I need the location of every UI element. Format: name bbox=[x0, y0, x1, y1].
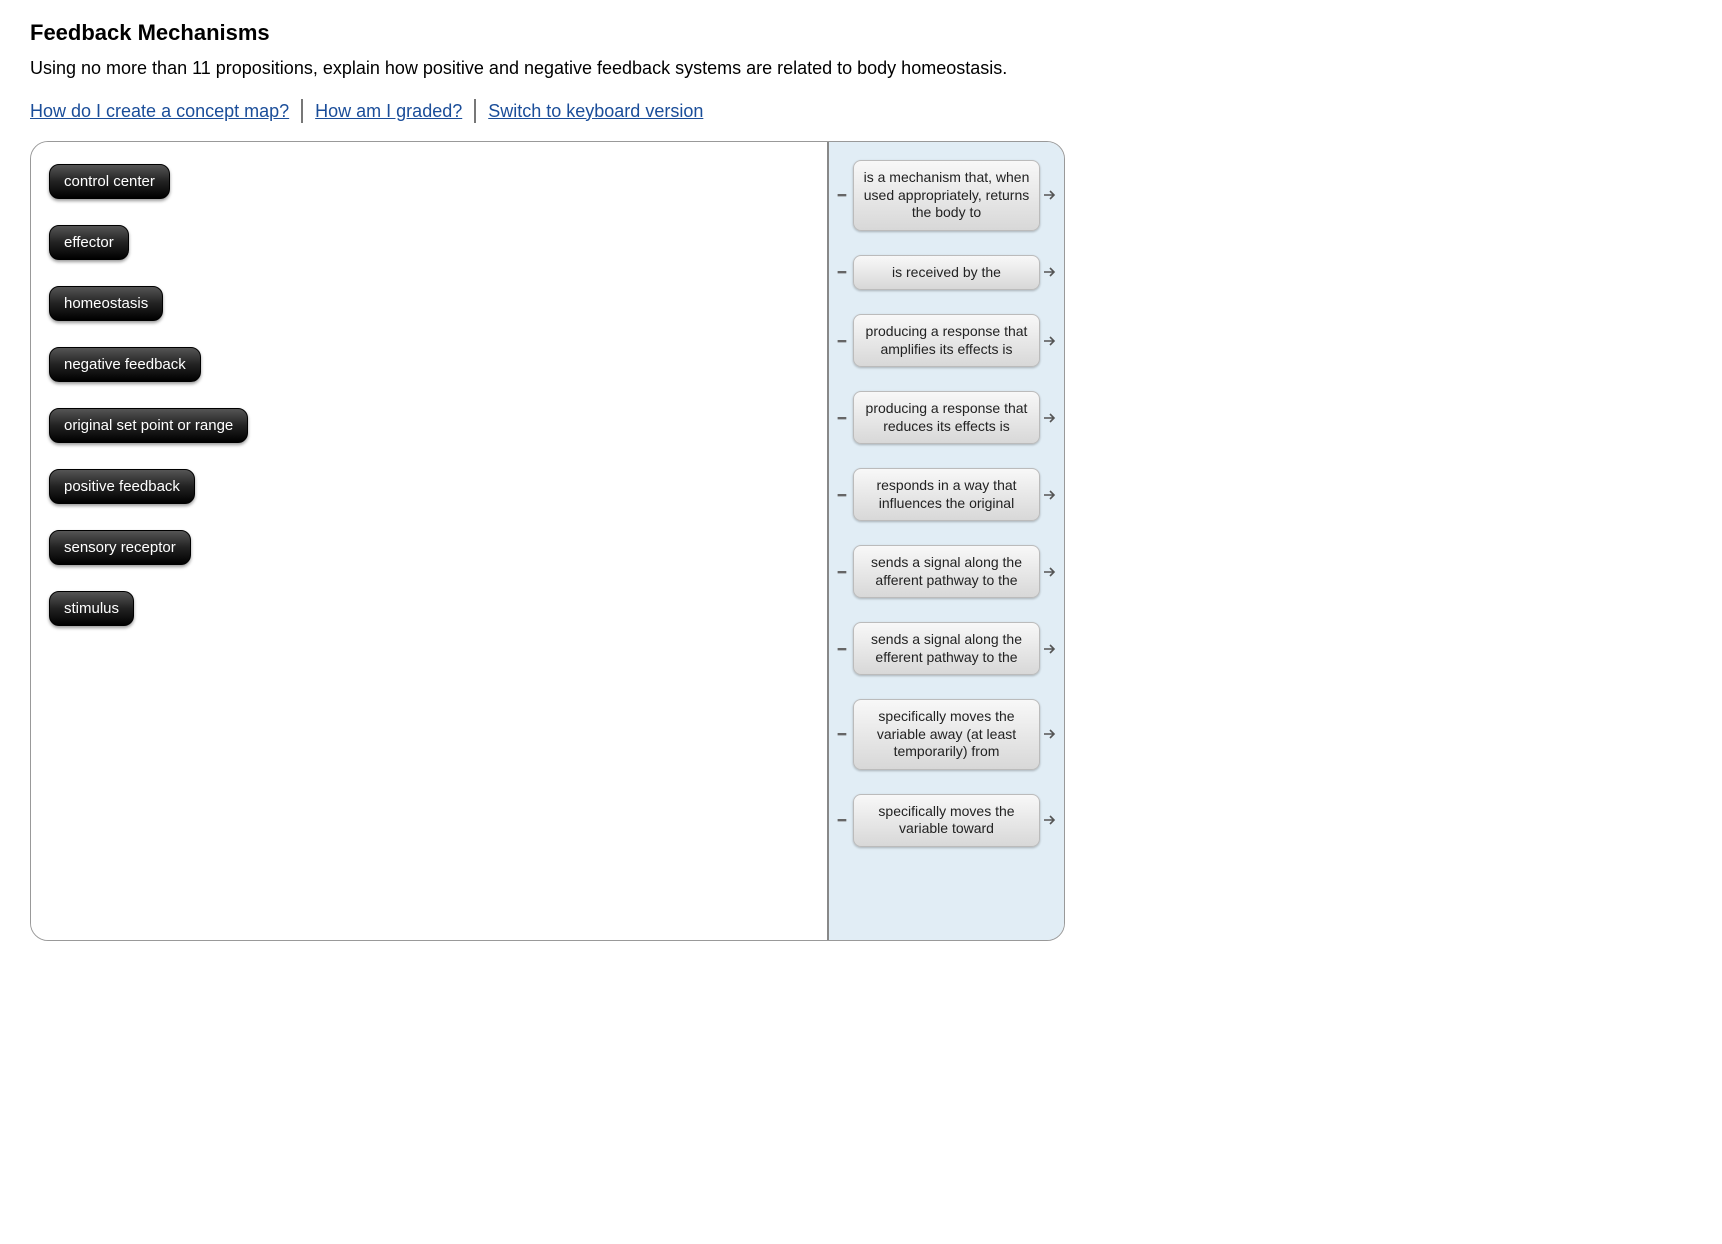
drag-handle-left-icon[interactable]: ━ bbox=[835, 568, 849, 576]
link-phrase-row: ━ producing a response that amplifies it… bbox=[835, 314, 1058, 367]
link-phrase-afferent-pathway[interactable]: sends a signal along the afferent pathwa… bbox=[853, 545, 1040, 598]
drag-handle-left-icon[interactable]: ━ bbox=[835, 816, 849, 824]
concept-effector[interactable]: effector bbox=[49, 225, 129, 260]
link-phrase-row: ━ sends a signal along the afferent path… bbox=[835, 545, 1058, 598]
concept-original-set-point[interactable]: original set point or range bbox=[49, 408, 248, 443]
arrow-right-icon[interactable] bbox=[1044, 414, 1058, 422]
arrow-right-icon[interactable] bbox=[1044, 816, 1058, 824]
concept-sensory-receptor[interactable]: sensory receptor bbox=[49, 530, 191, 565]
link-phrase-row: ━ specifically moves the variable away (… bbox=[835, 699, 1058, 770]
concept-map-workspace: control center effector homeostasis nega… bbox=[30, 141, 1065, 941]
link-phrase-moves-away[interactable]: specifically moves the variable away (at… bbox=[853, 699, 1040, 770]
help-links-row: How do I create a concept map? How am I … bbox=[30, 99, 1692, 123]
drag-handle-left-icon[interactable]: ━ bbox=[835, 268, 849, 276]
drag-handle-left-icon[interactable]: ━ bbox=[835, 730, 849, 738]
arrow-right-icon[interactable] bbox=[1044, 730, 1058, 738]
arrow-right-icon[interactable] bbox=[1044, 568, 1058, 576]
drag-handle-left-icon[interactable]: ━ bbox=[835, 414, 849, 422]
link-phrase-moves-toward[interactable]: specifically moves the variable toward bbox=[853, 794, 1040, 847]
concept-canvas[interactable]: control center effector homeostasis nega… bbox=[31, 142, 827, 940]
arrow-right-icon[interactable] bbox=[1044, 645, 1058, 653]
arrow-right-icon[interactable] bbox=[1044, 491, 1058, 499]
concept-homeostasis[interactable]: homeostasis bbox=[49, 286, 163, 321]
drag-handle-left-icon[interactable]: ━ bbox=[835, 645, 849, 653]
link-how-graded[interactable]: How am I graded? bbox=[315, 101, 462, 122]
link-phrase-row: ━ is a mechanism that, when used appropr… bbox=[835, 160, 1058, 231]
arrow-right-icon[interactable] bbox=[1044, 191, 1058, 199]
drag-handle-left-icon[interactable]: ━ bbox=[835, 337, 849, 345]
arrow-right-icon[interactable] bbox=[1044, 337, 1058, 345]
link-keyboard-version[interactable]: Switch to keyboard version bbox=[488, 101, 703, 122]
concept-stimulus[interactable]: stimulus bbox=[49, 591, 134, 626]
drag-handle-left-icon[interactable]: ━ bbox=[835, 491, 849, 499]
link-phrase-row: ━ producing a response that reduces its … bbox=[835, 391, 1058, 444]
link-create-concept-map[interactable]: How do I create a concept map? bbox=[30, 101, 289, 122]
link-phrase-efferent-pathway[interactable]: sends a signal along the efferent pathwa… bbox=[853, 622, 1040, 675]
drag-handle-left-icon[interactable]: ━ bbox=[835, 191, 849, 199]
link-phrase-responds-influences[interactable]: responds in a way that influences the or… bbox=[853, 468, 1040, 521]
concept-positive-feedback[interactable]: positive feedback bbox=[49, 469, 195, 504]
concept-control-center[interactable]: control center bbox=[49, 164, 170, 199]
link-phrase-amplifies-effects[interactable]: producing a response that amplifies its … bbox=[853, 314, 1040, 367]
concept-negative-feedback[interactable]: negative feedback bbox=[49, 347, 201, 382]
instructions-text: Using no more than 11 propositions, expl… bbox=[30, 58, 1692, 79]
link-phrase-row: ━ sends a signal along the efferent path… bbox=[835, 622, 1058, 675]
link-phrase-row: ━ is received by the bbox=[835, 255, 1058, 291]
link-phrase-reduces-effects[interactable]: producing a response that reduces its ef… bbox=[853, 391, 1040, 444]
link-phrase-palette: ━ is a mechanism that, when used appropr… bbox=[827, 142, 1064, 940]
page-title: Feedback Mechanisms bbox=[30, 20, 1692, 46]
link-separator bbox=[474, 99, 476, 123]
arrow-right-icon[interactable] bbox=[1044, 268, 1058, 276]
link-phrase-row: ━ responds in a way that influences the … bbox=[835, 468, 1058, 521]
link-phrase-mechanism-returns-body[interactable]: is a mechanism that, when used appropria… bbox=[853, 160, 1040, 231]
link-phrase-received-by[interactable]: is received by the bbox=[853, 255, 1040, 291]
link-separator bbox=[301, 99, 303, 123]
link-phrase-row: ━ specifically moves the variable toward bbox=[835, 794, 1058, 847]
